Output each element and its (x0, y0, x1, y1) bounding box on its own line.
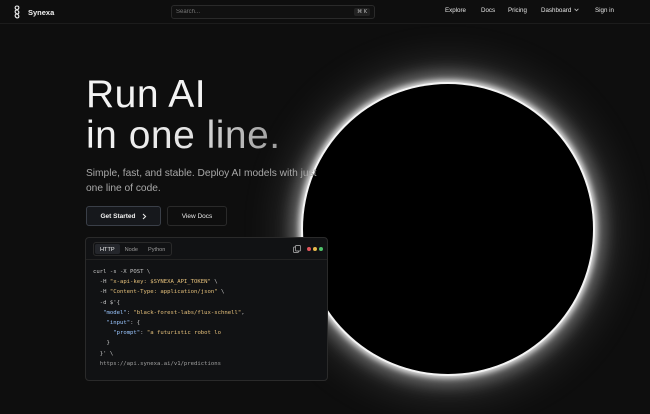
tab-node[interactable]: Node (120, 244, 143, 254)
code-language-tabs: HTTP Node Python (93, 242, 173, 256)
search-input[interactable] (176, 9, 355, 15)
yellow-dot-icon (313, 247, 317, 251)
code-line: -H "x-api-key: $SYNEXA_API_TOKEN" \ (93, 279, 218, 286)
brand-name: Synexa (28, 7, 55, 17)
nav-explore-link[interactable]: Explore (445, 7, 466, 14)
code-line: "prompt": "a futuristic robot lo (113, 330, 222, 337)
chevron-down-icon (574, 8, 579, 12)
chevron-right-icon (142, 213, 146, 219)
code-line: curl -s -X POST \ (93, 269, 151, 275)
eclipse-illustration (303, 84, 593, 374)
green-dot-icon (319, 247, 323, 251)
get-started-button[interactable]: Get Started (86, 206, 161, 226)
hero-subtitle: Simple, fast, and stable. Deploy AI mode… (86, 168, 317, 194)
code-line: }' \ (93, 350, 114, 357)
nav-dashboard-label: Dashboard (541, 7, 572, 14)
hero-title: Run AI in one line. (86, 74, 281, 156)
nav-pricing-link[interactable]: Pricing (508, 7, 527, 14)
code-line: -d $'{ (93, 299, 120, 306)
red-dot-icon (307, 247, 311, 251)
tab-python[interactable]: Python (143, 244, 170, 254)
get-started-label: Get Started (100, 212, 136, 220)
top-nav: Synexa ⌘ K Explore Docs Pricing Dashboar… (0, 0, 650, 24)
code-example-card: HTTP Node Python curl -s -X POST \ -H "x… (85, 237, 328, 381)
code-line: "input": { (106, 320, 141, 327)
brand[interactable]: Synexa (12, 5, 54, 19)
view-docs-button[interactable]: View Docs (167, 206, 227, 226)
hero-title-line-2: in one line. (86, 114, 281, 157)
code-line: -H "Content-Type: application/json" \ (93, 289, 225, 296)
view-docs-label: View Docs (181, 212, 213, 220)
code-card-header: HTTP Node Python (86, 238, 327, 260)
sign-in-link[interactable]: Sign in (595, 7, 614, 14)
search-box[interactable]: ⌘ K (171, 5, 375, 19)
code-snippet: curl -s -X POST \ -H "x-api-key: $SYNEXA… (93, 267, 245, 369)
search-shortcut-badge: ⌘ K (354, 8, 370, 16)
tab-http[interactable]: HTTP (95, 244, 120, 254)
code-line: https://api.synexa.ai/v1/predictions (93, 360, 221, 367)
code-line: } (93, 340, 110, 347)
hero-title-line-1: Run AI (86, 73, 207, 116)
nav-dashboard-dropdown[interactable]: Dashboard (541, 7, 579, 14)
window-dots (307, 247, 323, 251)
copy-icon[interactable] (293, 245, 301, 253)
synexa-logo-icon (14, 5, 20, 19)
nav-docs-link[interactable]: Docs (481, 7, 495, 14)
code-line: "model": "black-forest-labs/flux-schnell… (103, 309, 245, 316)
